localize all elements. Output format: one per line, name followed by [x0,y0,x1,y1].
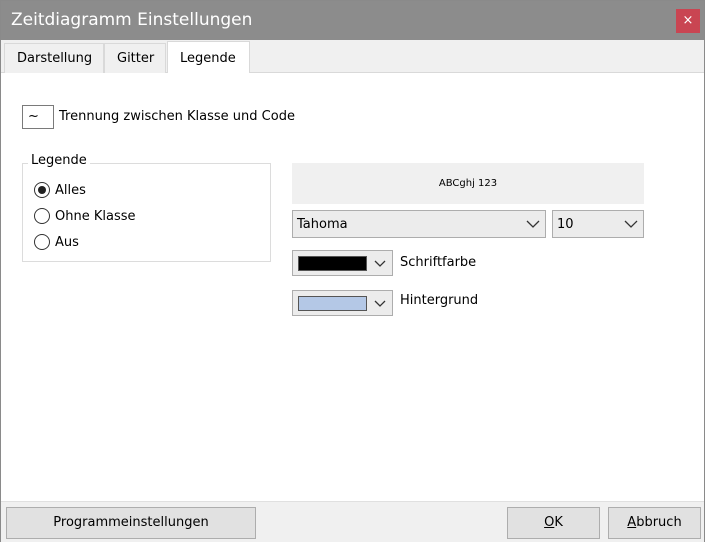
chevron-down-icon [526,220,540,228]
font-size-dropdown[interactable]: 10 [552,210,644,238]
close-button[interactable]: × [676,9,700,33]
background-color-swatch [298,296,367,311]
program-settings-button[interactable]: Programmeinstellungen [6,507,256,539]
radio-alles[interactable]: Alles [34,181,86,199]
ok-access-key: O [544,515,555,530]
window-title: Zeitdiagramm Einstellungen [11,10,253,30]
font-preview: ABCghj 123 [292,163,644,204]
cancel-button[interactable]: Abbruch [608,507,701,539]
tab-gitter[interactable]: Gitter [104,43,167,73]
font-family-value: Tahoma [297,217,348,232]
chevron-down-icon [374,260,386,267]
tab-content-legende [2,73,703,501]
ok-label-rest: K [554,515,563,530]
radio-ohne-klasse[interactable]: Ohne Klasse [34,207,136,225]
cancel-access-key: A [627,515,637,530]
radio-label-alles: Alles [55,182,86,198]
separator-input[interactable]: ~ [22,105,54,129]
cancel-label-rest: bbruch [636,515,682,530]
text-color-picker[interactable] [292,250,393,276]
chevron-down-icon [624,220,638,228]
legend-group-title: Legende [28,153,90,168]
radio-indicator-alles[interactable] [34,182,50,198]
chevron-down-icon [374,300,386,307]
ok-button[interactable]: OK [507,507,600,539]
tab-legende[interactable]: Legende [167,41,250,73]
font-family-dropdown[interactable]: Tahoma [292,210,546,238]
radio-indicator-aus[interactable] [34,234,50,250]
background-color-picker[interactable] [292,290,393,316]
radio-indicator-ohne-klasse[interactable] [34,208,50,224]
font-size-value: 10 [557,217,574,232]
background-color-label: Hintergrund [400,293,479,308]
text-color-swatch [298,256,367,271]
text-color-label: Schriftfarbe [400,255,477,270]
close-icon: × [682,13,694,28]
dialog-window: Zeitdiagramm Einstellungen × Darstellung… [0,0,705,542]
separator-label: Trennung zwischen Klasse und Code [59,109,295,124]
tab-darstellung[interactable]: Darstellung [4,43,105,73]
radio-aus[interactable]: Aus [34,233,79,251]
title-bar: Zeitdiagramm Einstellungen × [1,1,704,40]
radio-label-aus: Aus [55,234,79,250]
radio-label-ohne-klasse: Ohne Klasse [55,208,136,224]
